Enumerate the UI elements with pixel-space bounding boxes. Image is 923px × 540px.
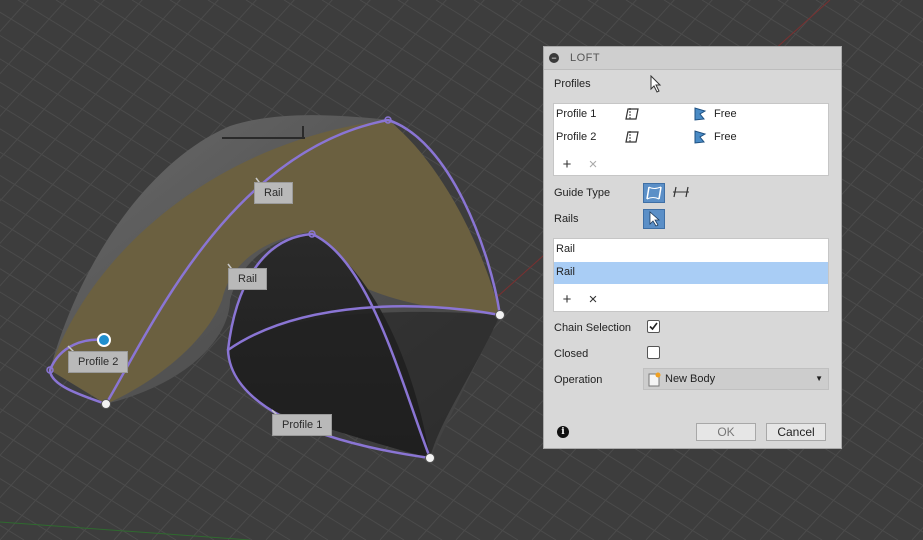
selected-point[interactable] xyxy=(97,333,111,347)
list-item-selected[interactable]: Rail xyxy=(554,262,828,284)
chain-selection-label: Chain Selection xyxy=(554,322,632,334)
guide-type-rails-button[interactable] xyxy=(643,183,665,203)
operation-label: Operation xyxy=(554,374,603,386)
minus-circle-icon[interactable]: − xyxy=(549,53,559,63)
remove-rail-button[interactable]: × xyxy=(586,292,600,307)
cancel-button[interactable]: Cancel xyxy=(766,423,826,441)
profile-name: Profile 1 xyxy=(556,108,597,120)
dialog-title: LOFT xyxy=(570,52,601,64)
rail-name: Rail xyxy=(556,243,575,255)
remove-profile-button[interactable]: × xyxy=(586,157,600,172)
closed-checkbox[interactable] xyxy=(647,346,660,359)
profile-condition[interactable]: Free xyxy=(714,108,737,120)
profiles-label: Profiles xyxy=(554,78,591,90)
closed-label: Closed xyxy=(554,348,589,360)
profile-icon[interactable] xyxy=(623,106,641,122)
rails-label: Rails xyxy=(554,213,579,225)
profile-name: Profile 2 xyxy=(556,131,597,143)
loft-inner-face-shade xyxy=(228,311,500,458)
curve-point[interactable] xyxy=(101,399,111,409)
new-body-icon xyxy=(648,372,661,387)
list-item[interactable]: Profile 2 xyxy=(554,127,828,149)
rails-select-button[interactable] xyxy=(643,209,665,229)
green-axis xyxy=(0,521,251,540)
grid-line xyxy=(0,0,67,75)
operation-dropdown[interactable]: New Body ▼ xyxy=(643,368,829,390)
list-item[interactable]: Rail xyxy=(554,239,828,261)
grid-line xyxy=(0,478,101,540)
profile-icon[interactable] xyxy=(623,129,641,145)
select-arrow-icon xyxy=(649,211,661,227)
list-item[interactable]: Profile 1 xyxy=(554,104,828,126)
grid-line xyxy=(0,0,26,540)
free-condition-icon[interactable] xyxy=(692,106,710,122)
add-rail-button[interactable]: + xyxy=(560,292,574,307)
rail-label-top[interactable]: Rail xyxy=(254,182,293,204)
chevron-down-icon: ▼ xyxy=(815,374,823,383)
info-icon[interactable]: i xyxy=(557,426,569,438)
free-condition-icon[interactable] xyxy=(692,129,710,145)
profile-1-label[interactable]: Profile 1 xyxy=(272,414,333,436)
add-profile-button[interactable]: + xyxy=(560,157,574,172)
checkmark-icon xyxy=(649,322,658,331)
curve-point[interactable] xyxy=(425,453,435,463)
grid-line xyxy=(0,524,25,540)
centerline-icon xyxy=(673,186,689,198)
rail-name: Rail xyxy=(556,266,575,278)
operation-value: New Body xyxy=(665,373,716,385)
guide-type-label: Guide Type xyxy=(554,187,611,199)
profile-2-label[interactable]: Profile 2 xyxy=(68,351,129,373)
profile-condition[interactable]: Free xyxy=(714,131,737,143)
rails-icon xyxy=(646,186,662,200)
grid-line xyxy=(873,484,923,540)
chain-selection-checkbox[interactable] xyxy=(647,320,660,333)
curve-point[interactable] xyxy=(495,310,505,320)
ok-button[interactable]: OK xyxy=(696,423,756,441)
dialog-titlebar[interactable]: − LOFT xyxy=(544,47,841,70)
rail-label-mid[interactable]: Rail xyxy=(228,268,267,290)
cursor-icon xyxy=(650,75,662,93)
guide-type-centerline-button[interactable] xyxy=(671,183,693,203)
